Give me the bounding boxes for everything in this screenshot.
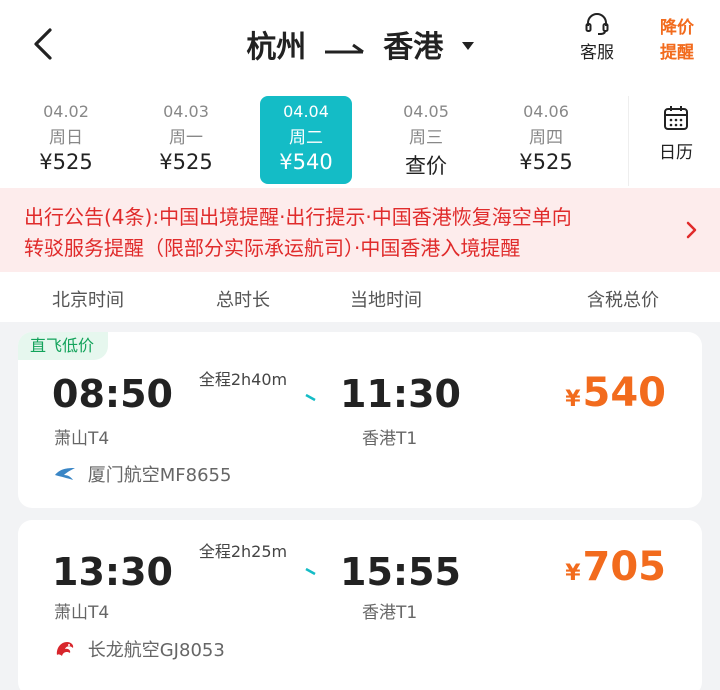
departure-time: 13:30 [52, 550, 173, 594]
weekday-label: 周一 [169, 128, 203, 148]
travel-notice-banner[interactable]: 出行公告(4条):中国出境提醒·出行提示·中国香港恢复海空单向 转驳服务提醒（限… [0, 188, 720, 272]
date-price: ¥525 [159, 150, 213, 174]
flight-list-header: 北京时间 总时长 当地时间 含税总价 [0, 272, 720, 322]
calendar-label: 日历 [659, 143, 693, 163]
weekday-label: 周三 [409, 128, 443, 148]
date-label: 04.03 [163, 102, 209, 121]
airline-info: 厦门航空MF8655 [54, 461, 231, 487]
date-option[interactable]: 04.03 周一 ¥525 [140, 96, 232, 184]
flight-path-line [168, 394, 316, 402]
flight-price: ¥705 [565, 544, 666, 590]
flight-price: ¥540 [565, 370, 666, 416]
date-label: 04.04 [283, 102, 329, 121]
arrival-terminal: 香港T1 [362, 603, 418, 623]
airline-info: 长龙航空GJ8053 [54, 636, 225, 662]
currency-symbol: ¥ [565, 561, 581, 586]
divider [628, 96, 629, 186]
duration-column[interactable]: 总时长 [216, 286, 270, 312]
calendar-icon [664, 106, 688, 130]
local-time-column[interactable]: 当地时间 [350, 286, 422, 312]
departure-terminal: 萧山T4 [54, 429, 110, 449]
date-option[interactable]: 04.05 周三 查价 [380, 96, 472, 184]
price-alert-label-2: 提醒 [660, 43, 694, 63]
beijing-time-column[interactable]: 北京时间 [52, 286, 124, 312]
arrival-time: 15:55 [340, 550, 461, 594]
flight-duration: 全程2h25m [198, 542, 288, 561]
customer-service-label: 客服 [580, 43, 614, 63]
airline-flight-number: 厦门航空MF8655 [87, 465, 232, 486]
destination-city: 香港 [383, 30, 444, 65]
loong-air-logo-icon [56, 642, 74, 656]
date-price: 查价 [405, 154, 447, 178]
date-label: 04.05 [403, 102, 449, 121]
top-header: 杭州 香港 客服 降价 提醒 [0, 0, 720, 88]
flight-path-line [168, 568, 316, 576]
weekday-label: 周四 [529, 128, 563, 148]
notice-line-2: 转驳服务提醒（限部分实际承运航司）·中国香港入境提醒 [24, 236, 521, 260]
departure-terminal: 萧山T4 [54, 603, 110, 623]
direct-low-price-badge: 直飞低价 [18, 332, 109, 360]
weekday-label: 周日 [49, 128, 83, 148]
chevron-right-icon [686, 221, 697, 239]
weekday-label: 周二 [289, 128, 323, 148]
calendar-button[interactable]: 日历 [640, 104, 712, 163]
price-amount: 705 [582, 544, 667, 590]
price-alert-label-1: 降价 [660, 18, 694, 38]
notice-line-1: 出行公告(4条):中国出境提醒·出行提示·中国香港恢复海空单向 [24, 205, 572, 229]
date-label: 04.02 [43, 102, 89, 121]
total-price-column[interactable]: 含税总价 [587, 286, 659, 312]
arrival-time: 11:30 [340, 372, 461, 416]
departure-time: 08:50 [52, 372, 173, 416]
date-selector: 04.02 周日 ¥525 04.03 周一 ¥525 04.04 周二 ¥54… [0, 88, 720, 188]
xiamen-airlines-logo-icon [55, 468, 75, 480]
date-option-selected[interactable]: 04.04 周二 ¥540 [260, 96, 352, 184]
price-amount: 540 [582, 370, 667, 416]
flight-duration: 全程2h40m [198, 370, 288, 389]
flight-card[interactable]: 13:30 全程2h25m 15:55 萧山T4 香港T1 长龙航空GJ8053… [18, 520, 702, 690]
date-label: 04.06 [523, 102, 569, 121]
date-option[interactable]: 04.06 周四 ¥525 [500, 96, 592, 184]
airline-flight-number: 长龙航空GJ8053 [87, 640, 225, 661]
date-price: ¥525 [519, 150, 573, 174]
origin-city: 杭州 [246, 30, 307, 65]
caret-down-icon [461, 41, 474, 50]
flight-card[interactable]: 直飞低价 08:50 全程2h40m 11:30 萧山T4 香港T1 厦门航空M… [18, 332, 702, 508]
arrival-terminal: 香港T1 [362, 429, 418, 449]
route-arrow-icon [324, 43, 364, 53]
date-price: ¥525 [39, 150, 93, 174]
customer-service-button[interactable]: 客服 [567, 12, 627, 63]
currency-symbol: ¥ [565, 387, 581, 412]
price-alert-button[interactable]: 降价 提醒 [647, 16, 707, 66]
headset-icon [585, 13, 609, 35]
date-price: ¥540 [279, 150, 333, 174]
date-option[interactable]: 04.02 周日 ¥525 [20, 96, 112, 184]
